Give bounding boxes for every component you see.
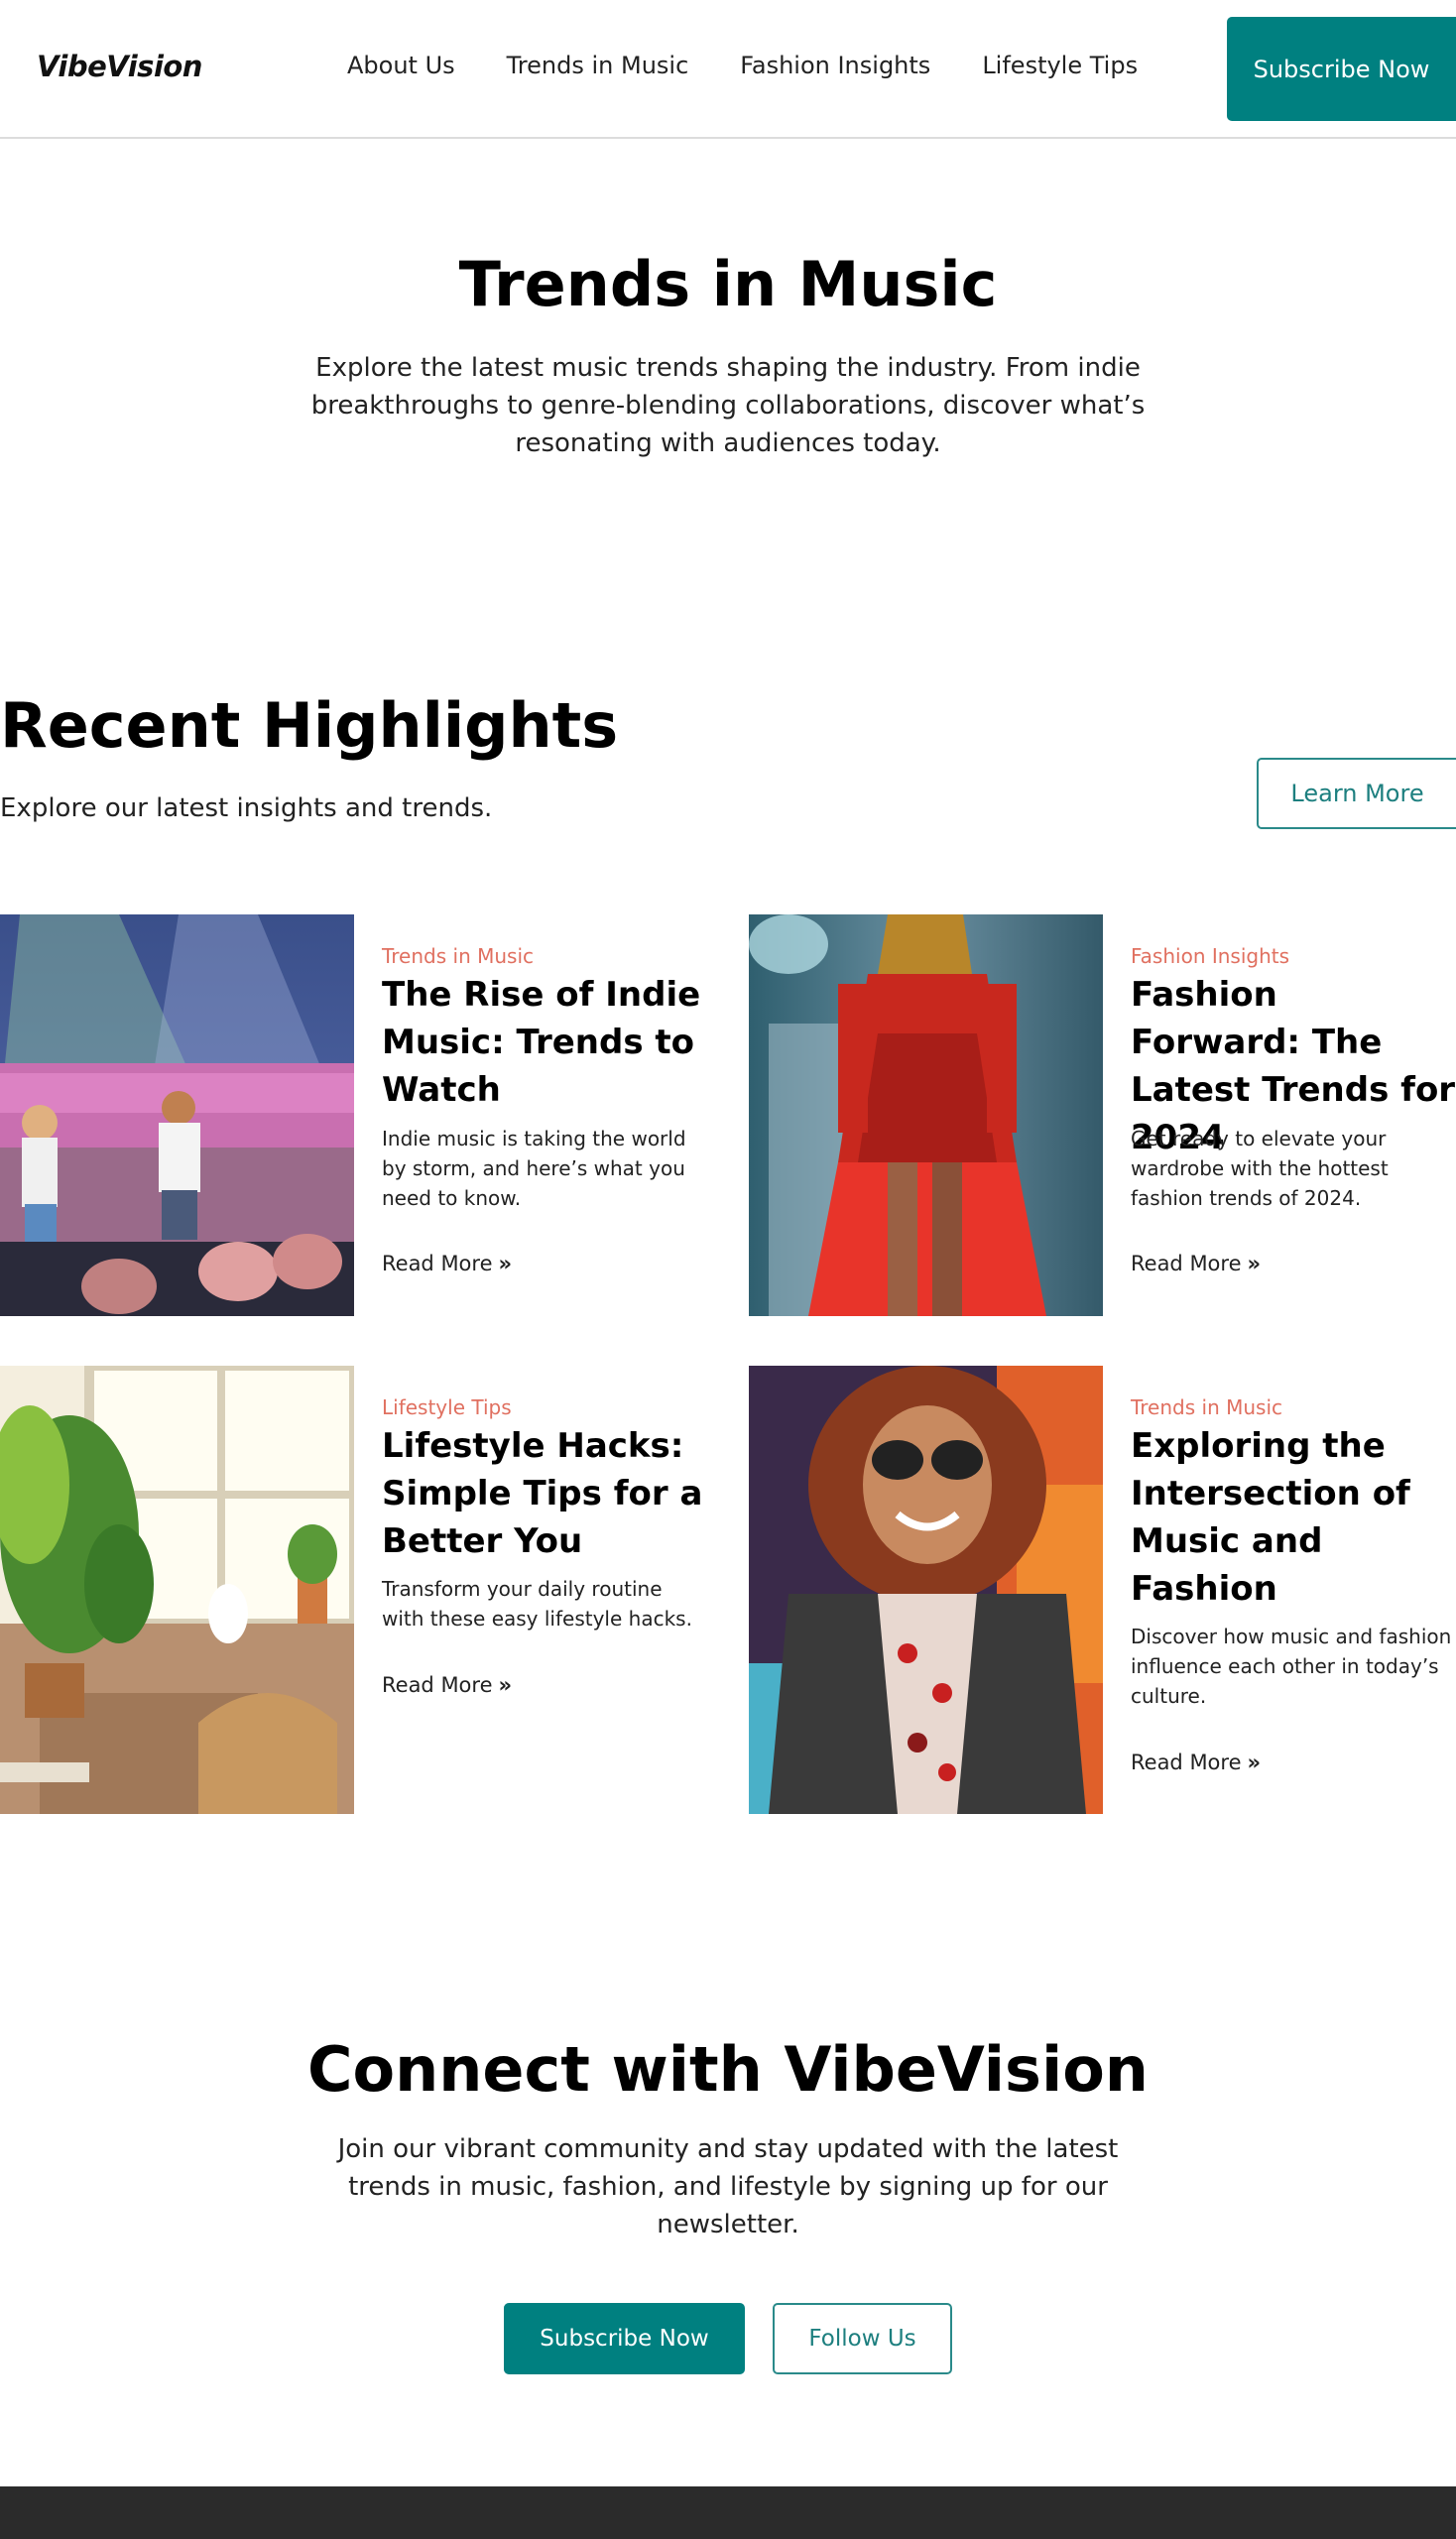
site-header: VibeVision About Us Trends in Music Fash… [0,0,1456,139]
highlights-title: Recent Highlights [0,689,619,762]
card-category[interactable]: Fashion Insights [1131,944,1289,968]
double-chevron-right-icon: » [1247,1751,1262,1774]
double-chevron-right-icon: » [1247,1252,1262,1275]
card-title[interactable]: Exploring the Intersection of Music and … [1131,1422,1456,1613]
card-image-fashion-runway[interactable] [749,914,1103,1316]
follow-us-button[interactable]: Follow Us [773,2303,952,2374]
read-more-label: Read More [1131,1751,1242,1774]
card-title[interactable]: Lifestyle Hacks: Simple Tips for a Bette… [382,1422,709,1565]
read-more-link[interactable]: Read More» [1131,1751,1261,1774]
hero-description: Explore the latest music trends shaping … [310,353,1146,458]
nav-item-about-us[interactable]: About Us [347,52,455,79]
main-nav: About Us Trends in Music Fashion Insight… [347,52,1138,79]
read-more-link[interactable]: Read More» [382,1673,512,1697]
card-category[interactable]: Lifestyle Tips [382,1395,512,1419]
read-more-link[interactable]: Read More» [1131,1252,1261,1275]
nav-item-fashion-insights[interactable]: Fashion Insights [740,52,930,79]
site-footer [0,2486,1456,2539]
read-more-label: Read More [1131,1252,1242,1275]
read-more-link[interactable]: Read More» [382,1252,512,1275]
card-description: Get ready to elevate your wardrobe with … [1131,1127,1389,1210]
card-image-indie-concert[interactable] [0,914,354,1316]
connect-subscribe-button[interactable]: Subscribe Now [504,2303,745,2374]
learn-more-button[interactable]: Learn More [1257,758,1456,829]
read-more-label: Read More [382,1252,493,1275]
read-more-label: Read More [382,1673,493,1697]
nav-item-trends-in-music[interactable]: Trends in Music [507,52,689,79]
hero-title: Trends in Music [458,248,998,320]
site-logo[interactable]: VibeVision [37,50,202,83]
card-title[interactable]: The Rise of Indie Music: Trends to Watch [382,971,709,1114]
card-description: Transform your daily routine with these … [382,1577,692,1631]
card-description: Discover how music and fashion influence… [1131,1625,1452,1708]
card-description: Indie music is taking the world by storm… [382,1127,686,1210]
double-chevron-right-icon: » [498,1252,513,1275]
double-chevron-right-icon: » [498,1673,513,1697]
nav-item-lifestyle-tips[interactable]: Lifestyle Tips [982,52,1138,79]
card-category[interactable]: Trends in Music [382,944,534,968]
connect-title: Connect with VibeVision [307,2033,1149,2106]
connect-description: Join our vibrant community and stay upda… [337,2134,1119,2239]
card-category[interactable]: Trends in Music [1131,1395,1282,1419]
highlights-subtitle: Explore our latest insights and trends. [0,793,493,823]
card-image-music-fashion-portrait[interactable] [749,1366,1103,1814]
card-image-lifestyle-room[interactable] [0,1366,354,1814]
header-subscribe-button[interactable]: Subscribe Now [1227,17,1456,121]
